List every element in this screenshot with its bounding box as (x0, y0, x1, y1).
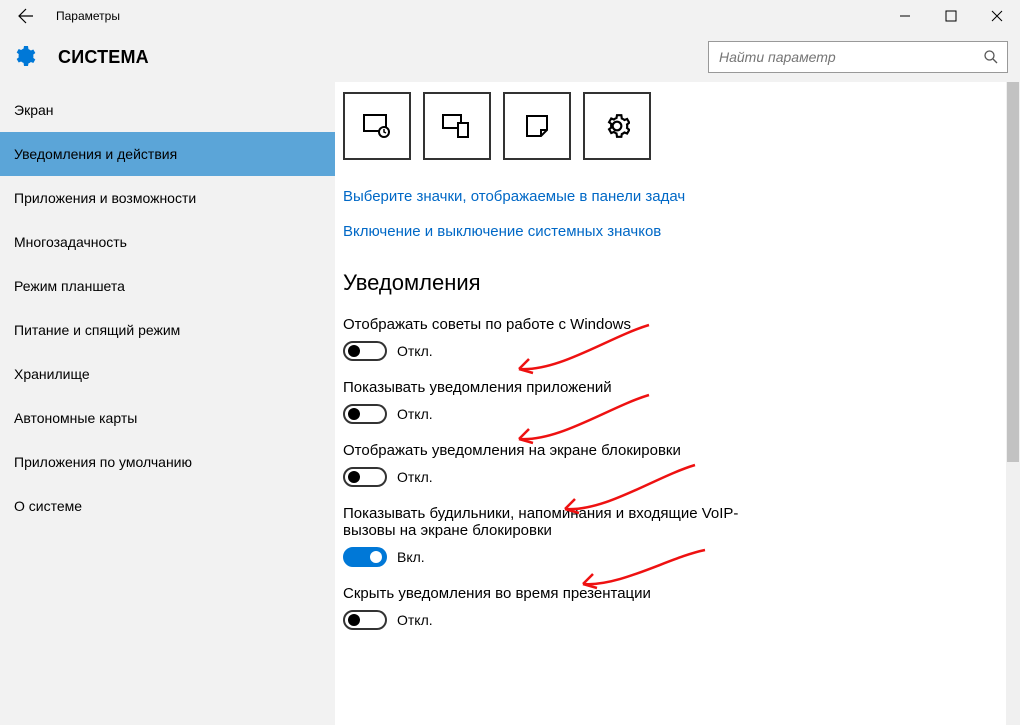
content-panel: Выберите значки, отображаемые в панели з… (335, 82, 1020, 725)
setting-alarms-voip: Показывать будильники, напоминания и вхо… (343, 505, 1012, 567)
maximize-button[interactable] (928, 0, 974, 32)
setting-label: Показывать уведомления приложений (343, 379, 763, 396)
setting-lock-screen-notifications: Отображать уведомления на экране блокиро… (343, 442, 1012, 487)
search-input[interactable] (709, 49, 975, 65)
setting-label: Скрыть уведомления во время презентации (343, 585, 763, 602)
toggle-state: Откл. (397, 406, 433, 422)
toggle-hide-presentation[interactable] (343, 610, 387, 630)
sidebar-item-apps[interactable]: Приложения и возможности (0, 176, 335, 220)
toggle-tips[interactable] (343, 341, 387, 361)
setting-label: Отображать советы по работе с Windows (343, 316, 763, 333)
sidebar-item-notifications[interactable]: Уведомления и действия (0, 132, 335, 176)
quick-action-display[interactable] (343, 92, 411, 160)
gear-icon (12, 44, 36, 71)
close-button[interactable] (974, 0, 1020, 32)
scrollbar[interactable] (1006, 82, 1020, 725)
setting-label: Отображать уведомления на экране блокиро… (343, 442, 763, 459)
sidebar: Экран Уведомления и действия Приложения … (0, 82, 335, 725)
header: СИСТЕМА (0, 32, 1020, 82)
link-system-icons[interactable]: Включение и выключение системных значков (343, 223, 1012, 240)
setting-hide-presentation: Скрыть уведомления во время презентации … (343, 585, 1012, 630)
sidebar-item-offline-maps[interactable]: Автономные карты (0, 396, 335, 440)
sidebar-item-about[interactable]: О системе (0, 484, 335, 528)
sidebar-item-storage[interactable]: Хранилище (0, 352, 335, 396)
quick-action-settings[interactable] (583, 92, 651, 160)
quick-action-connect[interactable] (423, 92, 491, 160)
section-title-notifications: Уведомления (343, 270, 1012, 296)
sidebar-item-display[interactable]: Экран (0, 88, 335, 132)
toggle-state: Откл. (397, 469, 433, 485)
quick-action-note[interactable] (503, 92, 571, 160)
toggle-state: Откл. (397, 343, 433, 359)
header-title: СИСТЕМА (36, 47, 708, 68)
search-icon[interactable] (975, 49, 1007, 65)
window-controls (882, 0, 1020, 32)
toggle-state: Откл. (397, 612, 433, 628)
sidebar-item-multitasking[interactable]: Многозадачность (0, 220, 335, 264)
setting-tips: Отображать советы по работе с Windows От… (343, 316, 1012, 361)
scrollbar-thumb[interactable] (1007, 82, 1019, 462)
link-taskbar-icons[interactable]: Выберите значки, отображаемые в панели з… (343, 188, 1012, 205)
setting-label: Показывать будильники, напоминания и вхо… (343, 505, 763, 539)
toggle-lock-screen-notifications[interactable] (343, 467, 387, 487)
minimize-button[interactable] (882, 0, 928, 32)
sidebar-item-power[interactable]: Питание и спящий режим (0, 308, 335, 352)
sidebar-item-tablet-mode[interactable]: Режим планшета (0, 264, 335, 308)
search-box[interactable] (708, 41, 1008, 73)
window-title: Параметры (40, 9, 882, 23)
toggle-alarms-voip[interactable] (343, 547, 387, 567)
back-button[interactable] (12, 0, 40, 32)
titlebar: Параметры (0, 0, 1020, 32)
toggle-state: Вкл. (397, 549, 425, 565)
sidebar-item-default-apps[interactable]: Приложения по умолчанию (0, 440, 335, 484)
quick-action-icons (343, 92, 1012, 160)
toggle-app-notifications[interactable] (343, 404, 387, 424)
setting-app-notifications: Показывать уведомления приложений Откл. (343, 379, 1012, 424)
